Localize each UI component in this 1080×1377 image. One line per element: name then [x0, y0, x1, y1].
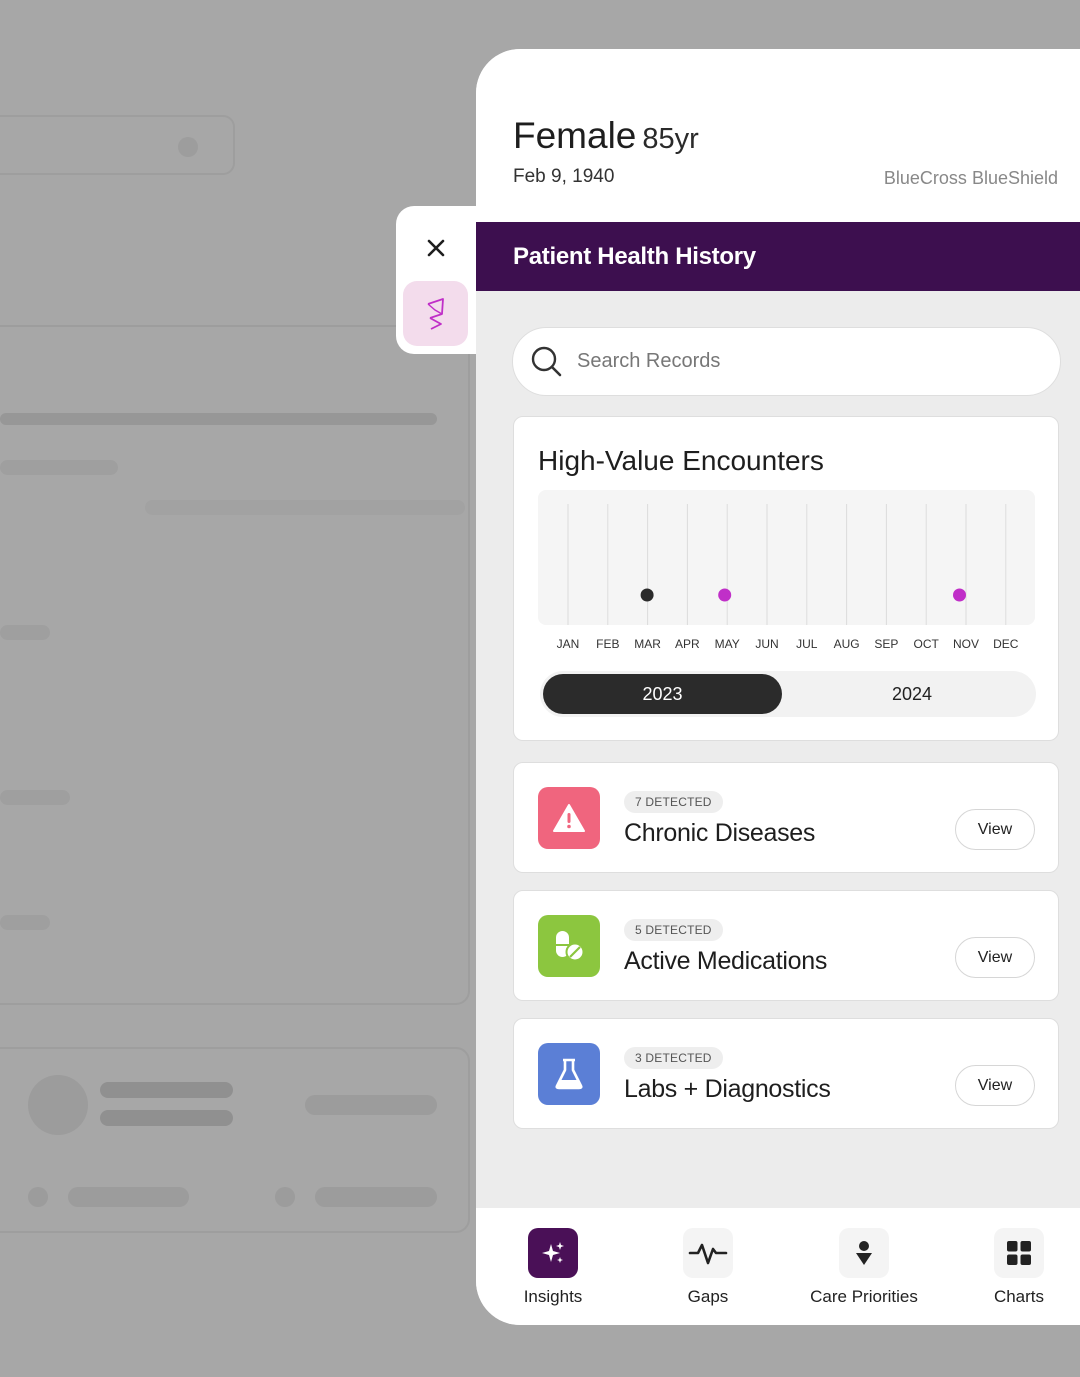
panel-toggle [396, 206, 482, 354]
labs-diagnostics-icon-tile [538, 1043, 600, 1105]
patient-panel: Female 85yr Feb 9, 1940 BlueCross BlueShi… [476, 49, 1080, 1325]
background-line [0, 790, 70, 805]
close-button[interactable] [416, 230, 456, 266]
grid-icon [1007, 1241, 1031, 1265]
background-input [0, 115, 235, 175]
month-label-jul: JUL [796, 637, 818, 651]
flask-icon [555, 1058, 583, 1090]
encounters-card: High-Value Encounters JAN FEB MAR APR MAY JUN… [513, 416, 1059, 741]
search-icon [531, 346, 562, 376]
nav-insights[interactable]: Insights [488, 1228, 618, 1307]
month-label-nov: NOV [952, 637, 980, 651]
active-medications-badge: 5 DETECTED [624, 919, 723, 941]
month-label-apr: APR [675, 637, 700, 651]
patient-summary: Female 85yr [513, 115, 699, 157]
sparkle-icon [542, 1242, 564, 1263]
month-label-feb: FEB [596, 637, 620, 651]
chronic-diseases-view-button[interactable]: View [955, 809, 1035, 850]
active-medications-view-button[interactable]: View [955, 937, 1035, 978]
chronic-diseases-label: Chronic Diseases [624, 819, 816, 847]
year-toggle: 2023 2024 [540, 671, 1036, 717]
patient-dob: Feb 9, 1940 [513, 166, 615, 187]
background-dot [275, 1187, 295, 1207]
patient-age: 85yr [642, 123, 699, 155]
nav-charts-icon-tile [994, 1228, 1044, 1278]
month-label-dec: DEC [993, 637, 1019, 651]
month-label-jun: JUN [755, 637, 779, 651]
active-medications-label: Active Medications [624, 947, 828, 975]
year-2023-button[interactable]: 2023 [543, 674, 782, 714]
background-panel [0, 325, 470, 1005]
chronic-diseases-badge: 7 DETECTED [624, 791, 723, 813]
nav-care-priorities-icon-tile [839, 1228, 889, 1278]
background-line [0, 915, 50, 930]
patient-insurer: BlueCross BlueShield [883, 168, 1058, 188]
patient-header: Female 85yr Feb 9, 1940 BlueCross BlueShi… [476, 49, 1080, 222]
background-line [0, 625, 50, 640]
labs-diagnostics-card[interactable]: 3 DETECTED Labs + Diagnostics View [513, 1018, 1059, 1129]
pill-icon [556, 931, 585, 962]
patient-gender: Female [513, 115, 637, 156]
encounters-chart [538, 490, 1035, 625]
background-line [145, 500, 465, 515]
chronic-diseases-icon-tile [538, 787, 600, 849]
active-medications-card[interactable]: 5 DETECTED Active Medications View [513, 890, 1059, 1001]
background-line [315, 1187, 437, 1207]
background-avatar [28, 1075, 88, 1135]
encounters-plot [567, 504, 1007, 625]
background-line [68, 1187, 189, 1207]
labs-diagnostics-view-button[interactable]: View [955, 1065, 1035, 1106]
logo-icon [427, 297, 444, 330]
nav-insights-icon-tile [528, 1228, 578, 1278]
nav-gaps-icon-tile [683, 1228, 733, 1278]
pulse-icon [688, 1243, 728, 1265]
background-line [100, 1082, 233, 1098]
encounter-point-nov[interactable] [953, 588, 966, 602]
background-line [100, 1110, 233, 1126]
nav-gaps[interactable]: Gaps [643, 1228, 773, 1307]
search-input[interactable]: Search Records [512, 327, 1061, 396]
alert-triangle-icon [553, 804, 585, 832]
chronic-diseases-card[interactable]: 7 DETECTED Chronic Diseases View [513, 762, 1059, 873]
encounters-title: High-Value Encounters [538, 445, 824, 476]
person-priority-icon [856, 1241, 872, 1265]
background-dot [28, 1187, 48, 1207]
nav-charts[interactable]: Charts [954, 1228, 1080, 1307]
month-label-aug: AUG [833, 637, 860, 651]
background-line [0, 413, 437, 425]
search-placeholder: Search Records [577, 350, 721, 372]
app-logo-button[interactable] [403, 281, 468, 346]
month-label-mar: MAR [634, 637, 661, 651]
nav-charts-label: Charts [993, 1287, 1045, 1306]
nav-gaps-label: Gaps [687, 1287, 729, 1306]
month-label-sep: SEP [874, 637, 899, 651]
panel-title-bar: Patient Health History [476, 222, 1080, 291]
nav-care-priorities-label: Care Priorities [810, 1287, 918, 1306]
nav-insights-label: Insights [523, 1287, 583, 1306]
encounter-point-mar[interactable] [640, 588, 654, 602]
background-dot [178, 137, 198, 157]
nav-care-priorities[interactable]: Care Priorities [799, 1228, 929, 1307]
month-label-jan: JAN [556, 637, 580, 651]
panel-title: Patient Health History [513, 242, 756, 270]
month-label-oct: OCT [913, 637, 939, 651]
encounter-point-may[interactable] [718, 588, 732, 602]
labs-diagnostics-badge: 3 DETECTED [624, 1047, 723, 1069]
background-line [0, 460, 118, 475]
close-icon [427, 239, 445, 257]
active-medications-icon-tile [538, 915, 600, 977]
year-2024-button[interactable]: 2024 [790, 674, 1034, 714]
labs-diagnostics-label: Labs + Diagnostics [624, 1075, 831, 1103]
background-line [305, 1095, 437, 1115]
bottom-nav: Insights Gaps Care Priorities Charts [476, 1208, 1080, 1325]
month-label-may: MAY [714, 637, 740, 651]
